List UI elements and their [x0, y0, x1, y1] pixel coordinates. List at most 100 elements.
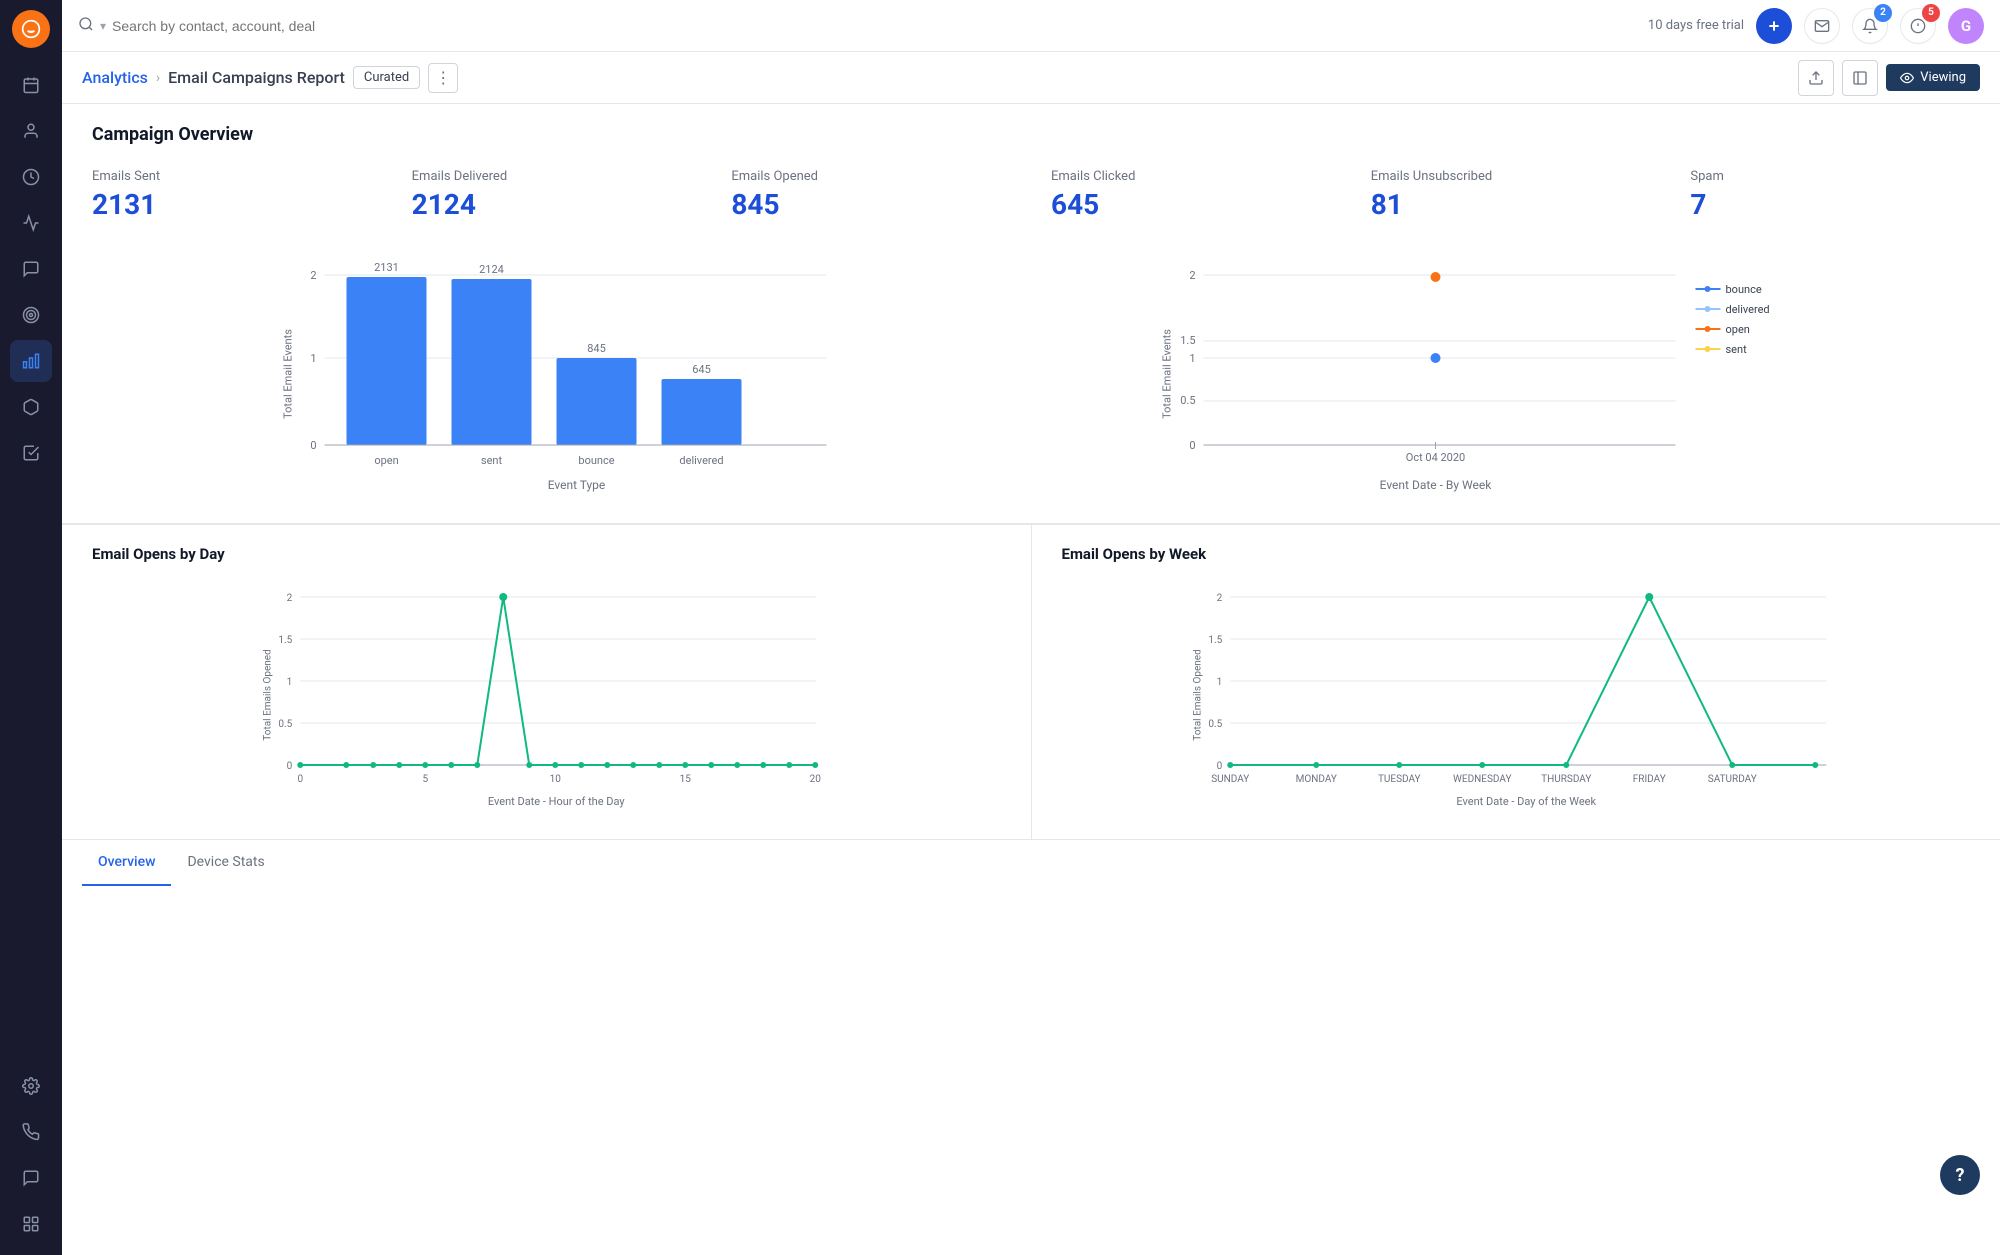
svg-text:Total Email Events: Total Email Events	[1161, 329, 1174, 419]
search-dropdown-icon[interactable]: ▾	[100, 19, 106, 33]
svg-text:845: 845	[587, 342, 606, 355]
sidebar-item-products[interactable]	[10, 386, 52, 428]
viewing-label: Viewing	[1920, 70, 1966, 85]
svg-text:1.5: 1.5	[1180, 334, 1195, 347]
svg-text:645: 645	[692, 363, 711, 376]
svg-text:2124: 2124	[479, 263, 504, 276]
sidebar-item-reports[interactable]	[10, 202, 52, 244]
svg-text:0.5: 0.5	[278, 719, 292, 730]
tab-device-stats[interactable]: Device Stats	[171, 840, 280, 886]
sidebar-item-phone[interactable]	[10, 1111, 52, 1153]
sidebar-item-deals[interactable]	[10, 156, 52, 198]
svg-text:0.5: 0.5	[1208, 719, 1222, 730]
tab-overview[interactable]: Overview	[82, 840, 171, 886]
content-area: Campaign Overview Emails Sent 2131 Email…	[62, 104, 2000, 1255]
svg-text:2: 2	[1189, 269, 1195, 282]
stat-value-sent: 2131	[92, 188, 372, 221]
stat-value-unsubscribed: 81	[1371, 188, 1651, 221]
svg-text:SATURDAY: SATURDAY	[1707, 774, 1756, 785]
sidebar-item-messages[interactable]	[10, 248, 52, 290]
svg-text:1.5: 1.5	[1208, 635, 1222, 646]
sidebar-item-settings[interactable]	[10, 1065, 52, 1107]
svg-text:1: 1	[1189, 352, 1195, 365]
svg-text:TUESDAY: TUESDAY	[1377, 774, 1420, 785]
svg-text:1: 1	[1216, 677, 1222, 688]
bottom-charts: Email Opens by Day Total Emails Opened 2…	[62, 524, 2000, 839]
svg-text:SUNDAY: SUNDAY	[1211, 774, 1249, 785]
search-input[interactable]	[112, 18, 332, 34]
svg-text:sent: sent	[481, 454, 503, 467]
stat-value-spam: 7	[1690, 188, 1970, 221]
sidebar-item-tasks[interactable]	[10, 432, 52, 474]
svg-text:2131: 2131	[374, 261, 399, 274]
svg-text:bounce: bounce	[1726, 283, 1762, 296]
sidebar-item-contacts[interactable]	[10, 110, 52, 152]
sidebar-item-goals[interactable]	[10, 294, 52, 336]
svg-text:WEDNESDAY: WEDNESDAY	[1453, 774, 1511, 785]
search-icon[interactable]	[78, 16, 94, 36]
viewing-button[interactable]: Viewing	[1886, 64, 1980, 91]
stat-value-delivered: 2124	[412, 188, 692, 221]
email-opens-by-week: Email Opens by Week Total Emails Opened …	[1032, 525, 2000, 839]
main-area: ▾ 10 days free trial 2 5	[62, 0, 2000, 1255]
sidebar-item-apps[interactable]	[10, 1203, 52, 1245]
svg-text:open: open	[374, 454, 398, 467]
svg-text:1: 1	[287, 677, 293, 688]
topbar: ▾ 10 days free trial 2 5	[62, 0, 2000, 52]
stat-label-opened: Emails Opened	[731, 169, 1011, 184]
email-opens-by-day: Email Opens by Day Total Emails Opened 2…	[62, 525, 1032, 839]
sidebar	[0, 0, 62, 1255]
sidebar-item-calendar[interactable]	[10, 64, 52, 106]
more-options-button[interactable]: ⋮	[428, 63, 458, 93]
bar-chart-svg: Total Email Events 2 1 0 2131	[92, 249, 1021, 499]
svg-text:Oct 04 2020: Oct 04 2020	[1406, 451, 1465, 464]
app-logo[interactable]	[12, 10, 50, 48]
report-title: Email Campaigns Report	[168, 68, 345, 87]
analytics-breadcrumb[interactable]: Analytics	[82, 68, 148, 87]
week-chart-title: Email Opens by Week	[1062, 545, 1971, 563]
stat-emails-sent: Emails Sent 2131	[92, 169, 372, 221]
svg-text:15: 15	[680, 774, 692, 785]
stat-label-clicked: Emails Clicked	[1051, 169, 1331, 184]
campaign-title: Campaign Overview	[92, 124, 1970, 145]
sidebar-item-analytics[interactable]	[10, 340, 52, 382]
charts-row: Total Email Events 2 1 0 2131	[92, 249, 1970, 503]
svg-text:Event Date - By Week: Event Date - By Week	[1380, 478, 1493, 492]
svg-text:0: 0	[1189, 439, 1195, 452]
stat-emails-opened: Emails Opened 845	[731, 169, 1011, 221]
svg-text:0.5: 0.5	[1180, 394, 1195, 407]
curated-badge[interactable]: Curated	[353, 66, 420, 89]
tab-bar: Overview Device Stats	[62, 839, 2000, 886]
sidebar-item-chat[interactable]	[10, 1157, 52, 1199]
export-button[interactable]	[1798, 60, 1834, 96]
week-chart-svg: Total Emails Opened 2 1.5 1 0.5 0	[1062, 575, 1971, 815]
svg-text:MONDAY: MONDAY	[1295, 774, 1336, 785]
stat-spam: Spam 7	[1690, 169, 1970, 221]
circle-badge: 5	[1922, 4, 1940, 22]
svg-text:5: 5	[422, 774, 428, 785]
svg-text:0: 0	[297, 774, 303, 785]
svg-text:FRIDAY: FRIDAY	[1632, 774, 1665, 785]
notifications-circle[interactable]: 5	[1900, 8, 1936, 44]
add-button[interactable]	[1756, 8, 1792, 44]
svg-text:2: 2	[287, 593, 293, 604]
svg-text:20: 20	[810, 774, 822, 785]
svg-text:THURSDAY: THURSDAY	[1541, 774, 1591, 785]
notifications-bell[interactable]: 2	[1852, 8, 1888, 44]
bar-chart: Total Email Events 2 1 0 2131	[92, 249, 1021, 503]
svg-text:Total Email Events: Total Email Events	[282, 329, 295, 419]
svg-text:delivered: delivered	[1726, 303, 1770, 316]
svg-text:delivered: delivered	[679, 454, 723, 467]
svg-text:open: open	[1726, 323, 1750, 336]
stat-label-sent: Emails Sent	[92, 169, 372, 184]
avatar[interactable]: G	[1948, 8, 1984, 44]
svg-text:1.5: 1.5	[278, 635, 292, 646]
layout-button[interactable]	[1842, 60, 1878, 96]
stat-emails-delivered: Emails Delivered 2124	[412, 169, 692, 221]
day-chart-svg: Total Emails Opened 2 1.5 1 0.5 0	[92, 575, 1001, 815]
mail-button[interactable]	[1804, 8, 1840, 44]
svg-text:2: 2	[1216, 593, 1222, 604]
stat-label-delivered: Emails Delivered	[412, 169, 692, 184]
help-button[interactable]: ?	[1940, 1155, 1980, 1195]
bell-badge: 2	[1874, 4, 1892, 22]
